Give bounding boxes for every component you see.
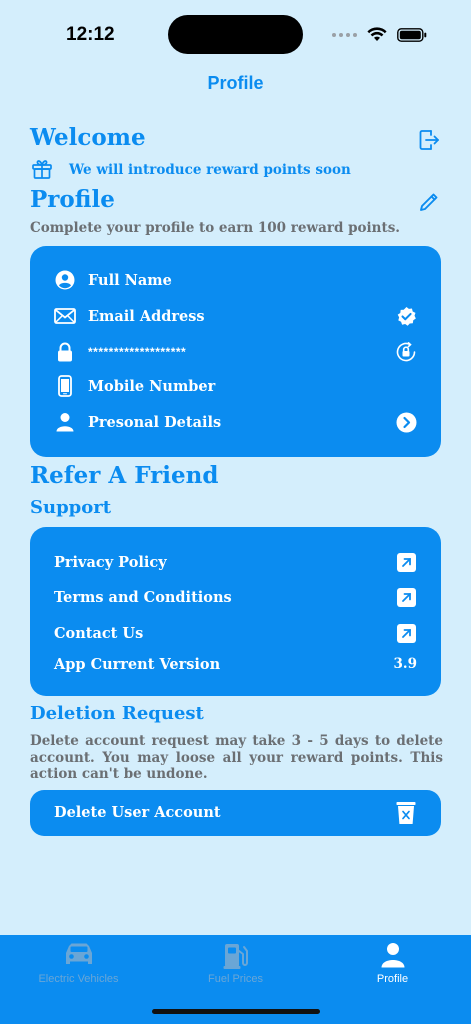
support-item-app-version: App Current Version 3.9 <box>30 650 441 678</box>
support-item-label: Terms and Conditions <box>54 588 232 606</box>
tab-label: Electric Vehicles <box>38 973 119 985</box>
tab-electric-vehicles[interactable]: Electric Vehicles <box>0 935 157 995</box>
refer-friend-link[interactable]: Refer A Friend <box>30 462 218 489</box>
profile-title: Profile <box>30 186 115 213</box>
password-mask: ******************* <box>88 345 187 359</box>
support-item-label: Privacy Policy <box>54 553 167 571</box>
envelope-icon <box>54 305 76 327</box>
status-icons <box>332 27 427 42</box>
dynamic-island <box>168 15 303 54</box>
support-item-privacy-policy[interactable]: Privacy Policy <box>30 548 441 576</box>
logout-icon <box>419 130 439 150</box>
pencil-icon <box>420 193 438 211</box>
logout-button[interactable] <box>417 128 441 157</box>
profile-item-mobile[interactable]: Mobile Number <box>30 372 441 400</box>
phone-icon <box>54 375 76 397</box>
lock-rotation-icon[interactable] <box>395 341 417 363</box>
support-item-label: Contact Us <box>54 624 144 642</box>
tab-label: Fuel Prices <box>207 973 264 985</box>
profile-item-personal-details[interactable]: Presonal Details <box>30 408 441 436</box>
support-card: Privacy Policy Terms and Conditions Cont… <box>30 527 441 696</box>
support-item-label: App Current Version <box>54 655 221 673</box>
profile-item-label: Mobile Number <box>88 377 216 395</box>
home-indicator <box>152 1009 320 1014</box>
car-icon <box>0 942 157 968</box>
status-time: 12:12 <box>66 24 115 45</box>
tab-fuel-prices[interactable]: Fuel Prices <box>157 935 314 995</box>
tab-label: Profile <box>376 973 409 985</box>
reward-note: We will introduce reward points soon <box>69 162 351 178</box>
external-link-icon <box>395 622 417 644</box>
gift-icon <box>31 158 53 185</box>
deletion-description: Delete account request may take 3 - 5 da… <box>30 733 443 782</box>
edit-profile-button[interactable] <box>418 191 440 218</box>
deletion-title: Deletion Request <box>30 703 204 724</box>
person-circle-icon <box>54 269 76 291</box>
app-version-value: 3.9 <box>393 656 418 672</box>
profile-item-password[interactable]: ******************* <box>30 338 441 366</box>
fuel-pump-icon <box>157 942 314 970</box>
tab-profile[interactable]: Profile <box>314 935 471 995</box>
trash-icon <box>396 801 416 830</box>
person-icon <box>54 411 76 433</box>
support-item-terms[interactable]: Terms and Conditions <box>30 583 441 611</box>
verified-badge-icon <box>395 305 417 327</box>
profile-item-label: Email Address <box>88 307 205 325</box>
person-icon <box>314 942 471 968</box>
external-link-icon <box>395 551 417 573</box>
delete-account-label: Delete User Account <box>54 804 221 821</box>
support-item-contact-us[interactable]: Contact Us <box>30 619 441 647</box>
profile-subtitle: Complete your profile to earn 100 reward… <box>30 220 401 236</box>
battery-icon <box>397 27 427 42</box>
signal-icon <box>332 32 357 37</box>
welcome-title: Welcome <box>30 124 146 151</box>
delete-account-button[interactable]: Delete User Account <box>30 790 441 836</box>
profile-item-label: Full Name <box>88 271 172 289</box>
profile-item-label: Presonal Details <box>88 413 222 431</box>
lock-icon <box>54 341 76 363</box>
nav-title: Profile <box>207 73 264 93</box>
wifi-icon <box>367 27 387 41</box>
support-title: Support <box>30 497 112 518</box>
profile-item-full-name[interactable]: Full Name <box>30 266 441 294</box>
external-link-icon <box>395 586 417 608</box>
chevron-right-circle-icon[interactable] <box>395 411 417 433</box>
profile-item-email[interactable]: Email Address <box>30 302 441 330</box>
profile-card: Full Name Email Address ****************… <box>30 246 441 457</box>
